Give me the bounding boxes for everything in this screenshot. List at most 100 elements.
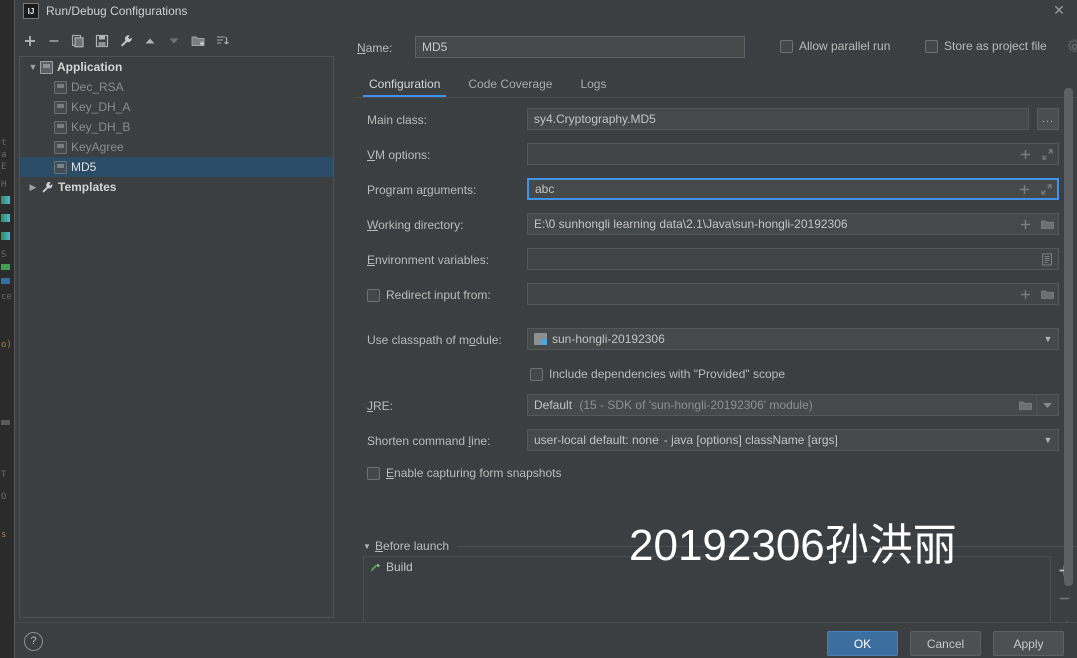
- environment-variables-input[interactable]: [527, 248, 1059, 270]
- configuration-icon: [54, 120, 67, 134]
- tree-item-dec-rsa[interactable]: Dec_RSA: [20, 77, 333, 97]
- configurations-toolbar: [19, 28, 339, 54]
- folder-icon[interactable]: [1036, 284, 1058, 304]
- environment-variables-row: Environment variables:: [355, 244, 1077, 279]
- plus-icon[interactable]: [1014, 214, 1036, 234]
- edit-templates-wrench-icon[interactable]: [115, 30, 137, 52]
- vm-options-input[interactable]: [527, 143, 1059, 165]
- add-configuration-button[interactable]: [19, 30, 41, 52]
- remove-configuration-button[interactable]: [43, 30, 65, 52]
- enable-capturing-form-snapshots-row: Enable capturing form snapshots: [355, 460, 1077, 488]
- plus-icon[interactable]: [1014, 144, 1036, 164]
- tree-item-templates[interactable]: ▶ Templates: [20, 177, 333, 197]
- expand-icon[interactable]: [1036, 144, 1058, 164]
- store-as-project-file-checkbox[interactable]: Store as project file: [925, 39, 1047, 53]
- checkbox-box[interactable]: [780, 39, 793, 53]
- vertical-scrollbar[interactable]: [1064, 88, 1073, 588]
- tree-item-label: MD5: [71, 160, 97, 174]
- before-launch-task-build[interactable]: Build: [364, 557, 1050, 577]
- scrollbar-thumb[interactable]: [1064, 88, 1073, 586]
- chevron-down-icon[interactable]: ▼: [1038, 435, 1058, 445]
- build-hammer-icon: [370, 561, 386, 573]
- use-classpath-of-module-label: Use classpath of module:: [367, 333, 502, 347]
- move-up-button[interactable]: [139, 30, 161, 52]
- collapse-triangle-icon[interactable]: ▼: [363, 542, 375, 551]
- use-classpath-of-module-value: sun-hongli-20192306: [552, 332, 665, 346]
- expand-icon[interactable]: [1035, 180, 1057, 198]
- environment-variables-label: Environment variables:: [367, 253, 490, 267]
- shorten-command-line-row: Shorten command line: user-local default…: [355, 425, 1077, 460]
- module-icon: [534, 333, 547, 345]
- tree-item-key-dh-a[interactable]: Key_DH_A: [20, 97, 333, 117]
- tab-configuration[interactable]: Configuration: [355, 77, 454, 98]
- application-icon: [40, 60, 53, 74]
- collapse-arrow-icon[interactable]: ▶: [26, 177, 40, 197]
- chevron-down-icon[interactable]: [1036, 395, 1058, 415]
- tree-item-key-dh-b[interactable]: Key_DH_B: [20, 117, 333, 137]
- dialog-footer: ? OK Cancel Apply: [15, 622, 1077, 658]
- shorten-command-line-value: user-local default: none: [534, 433, 659, 447]
- expand-arrow-icon[interactable]: ▼: [26, 57, 40, 77]
- working-directory-input[interactable]: E:\0 sunhongli learning data\2.1\Java\su…: [527, 213, 1059, 235]
- tree-item-keyagree[interactable]: KeyAgree: [20, 137, 333, 157]
- sort-configurations-button[interactable]: [211, 30, 233, 52]
- program-arguments-row: Program arguments: abc: [355, 174, 1077, 209]
- configuration-icon: [54, 140, 67, 154]
- include-dependencies-checkbox[interactable]: Include dependencies with "Provided" sco…: [530, 367, 785, 381]
- jre-value: Default: [534, 398, 573, 412]
- tab-logs[interactable]: Logs: [566, 77, 620, 98]
- working-directory-label: Working directory:: [367, 218, 464, 232]
- remove-before-launch-task-button[interactable]: [1052, 584, 1077, 612]
- configuration-editor-pane: Name: MD5 Allow parallel run Store as pr…: [355, 26, 1077, 641]
- tree-item-md5[interactable]: MD5: [20, 157, 333, 177]
- tree-item-label: Key_DH_A: [71, 100, 131, 114]
- ok-button[interactable]: OK: [827, 631, 898, 656]
- shorten-command-line-hint: - java [options] className [args]: [663, 433, 838, 447]
- gear-icon[interactable]: [1067, 39, 1077, 57]
- checkbox-box[interactable]: [367, 466, 380, 480]
- before-launch-header[interactable]: ▼ Before launch: [363, 538, 1077, 554]
- new-folder-button[interactable]: [187, 30, 209, 52]
- use-classpath-of-module-select[interactable]: sun-hongli-20192306 ▼: [527, 328, 1059, 350]
- plus-icon[interactable]: [1014, 284, 1036, 304]
- enable-capturing-form-snapshots-checkbox[interactable]: Enable capturing form snapshots: [367, 466, 561, 480]
- vm-options-label: VM options:: [367, 148, 431, 162]
- redirect-input-checkbox[interactable]: Redirect input from:: [367, 288, 491, 302]
- chevron-down-icon[interactable]: ▼: [1038, 334, 1058, 344]
- main-class-value: sy4.Cryptography.MD5: [534, 112, 656, 126]
- jre-input[interactable]: Default (15 - SDK of 'sun-hongli-2019230…: [527, 394, 1059, 416]
- jre-value-hint: (15 - SDK of 'sun-hongli-20192306' modul…: [579, 398, 813, 412]
- header-divider: [457, 545, 1077, 547]
- move-down-button[interactable]: [163, 30, 185, 52]
- save-configuration-button[interactable]: [91, 30, 113, 52]
- allow-parallel-run-checkbox[interactable]: Allow parallel run: [780, 39, 890, 53]
- tree-item-application[interactable]: ▼ Application: [20, 57, 333, 77]
- tree-item-label: Key_DH_B: [71, 120, 131, 134]
- apply-button[interactable]: Apply: [993, 631, 1064, 656]
- main-class-browse-button[interactable]: ...: [1037, 108, 1059, 130]
- checkbox-box[interactable]: [530, 367, 543, 381]
- folder-icon[interactable]: [1014, 395, 1036, 415]
- tree-item-label: Dec_RSA: [71, 80, 124, 94]
- redirect-input-row: Redirect input from:: [355, 279, 1077, 314]
- shorten-command-line-select[interactable]: user-local default: none - java [options…: [527, 429, 1059, 451]
- program-arguments-input[interactable]: abc: [527, 178, 1059, 200]
- tab-code-coverage[interactable]: Code Coverage: [454, 77, 566, 98]
- name-row: Name: MD5 Allow parallel run Store as pr…: [355, 36, 1077, 60]
- copy-configuration-button[interactable]: [67, 30, 89, 52]
- checkbox-box[interactable]: [367, 288, 380, 302]
- checkbox-box[interactable]: [925, 39, 938, 53]
- help-button[interactable]: ?: [24, 632, 43, 651]
- list-edit-icon[interactable]: [1036, 249, 1058, 269]
- before-launch-title: Before launch: [375, 539, 450, 553]
- background-editor-strip: t a E H S ce o) T O s: [0, 0, 14, 658]
- redirect-input-field[interactable]: [527, 283, 1059, 305]
- title-bar: IJ Run/Debug Configurations: [15, 0, 1077, 22]
- folder-icon[interactable]: [1036, 214, 1058, 234]
- close-icon[interactable]: ✕: [1051, 3, 1067, 19]
- plus-icon[interactable]: [1013, 180, 1035, 198]
- cancel-button[interactable]: Cancel: [910, 631, 981, 656]
- main-class-input[interactable]: sy4.Cryptography.MD5: [527, 108, 1029, 130]
- name-input[interactable]: MD5: [415, 36, 745, 58]
- before-launch-task-label: Build: [386, 560, 413, 574]
